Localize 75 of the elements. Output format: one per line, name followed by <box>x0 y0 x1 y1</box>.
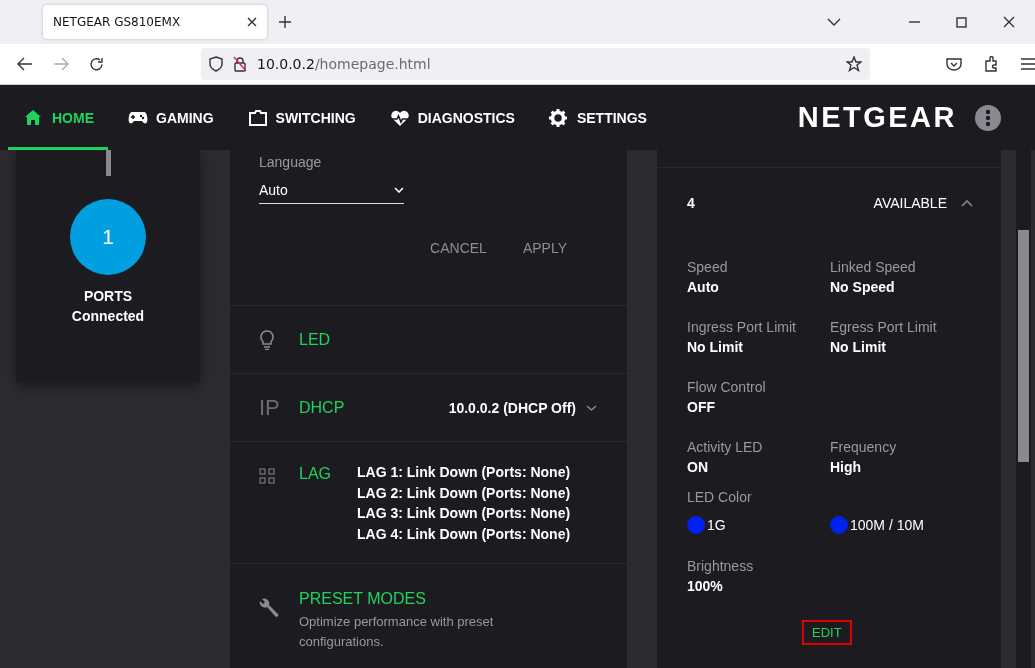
lock-strikethrough-icon <box>233 56 247 72</box>
dhcp-dropdown[interactable]: 10.0.0.2 (DHCP Off) <box>448 399 627 416</box>
nav-tab[interactable]: SWITCHING <box>231 85 370 150</box>
color-option-label: 1G <box>707 517 726 533</box>
field-value: No Limit <box>687 338 744 357</box>
field-label: Speed <box>687 258 729 277</box>
back-arrow-icon[interactable] <box>17 57 33 71</box>
heart-pulse-icon <box>389 108 410 127</box>
section-title[interactable]: DHCP <box>299 398 345 417</box>
extensions-icon[interactable] <box>983 56 999 72</box>
reload-icon[interactable] <box>89 56 104 72</box>
ip-label: IP <box>259 394 280 421</box>
field-value: No Limit <box>830 338 887 357</box>
field-label: Linked Speed <box>830 258 917 277</box>
field-value: OFF <box>687 398 716 417</box>
port-status: AVAILABLE <box>873 195 947 211</box>
field-label: Flow Control <box>687 378 767 397</box>
lag-status: LAG 2: Link Down (Ports: None) <box>357 483 571 503</box>
grid-icon <box>259 468 275 484</box>
field-label: Ingress Port Limit <box>687 318 797 337</box>
color-swatch[interactable] <box>830 516 848 534</box>
chevron-down-icon <box>586 404 597 411</box>
url-text: 10.0.0.2/homepage.html <box>257 56 431 72</box>
chevron-down-icon[interactable] <box>827 18 841 26</box>
nav-tab[interactable]: DIAGNOSTICS <box>373 85 529 150</box>
language-label: Language <box>259 153 323 172</box>
brand-logo: NETGEAR <box>797 101 957 134</box>
ports-label: PORTS <box>83 287 133 306</box>
field-label: Brightness <box>687 557 755 576</box>
tab-title: NETGEAR GS810EMX <box>53 15 181 29</box>
folder-tab-icon <box>247 108 268 127</box>
maximize-icon[interactable] <box>956 16 967 28</box>
ports-status: Connected <box>71 307 145 326</box>
lag-status: LAG 3: Link Down (Ports: None) <box>357 504 571 524</box>
color-option-label: 100M / 10M <box>850 517 924 533</box>
close-icon[interactable] <box>1003 16 1015 28</box>
more-options-icon[interactable] <box>975 104 1001 131</box>
field-label: LED Color <box>687 488 753 507</box>
text-button[interactable]: CANCEL <box>430 240 487 256</box>
field-label: Egress Port Limit <box>830 318 938 337</box>
port-number: 4 <box>687 195 695 211</box>
lag-status: LAG 1: Link Down (Ports: None) <box>357 463 571 482</box>
settings-icon <box>548 108 569 127</box>
wrench-icon <box>259 598 279 618</box>
language-dropdown[interactable]: Auto <box>259 176 404 204</box>
new-tab-icon[interactable] <box>279 16 291 28</box>
nav-tab[interactable]: GAMING <box>112 85 228 150</box>
section-title[interactable]: LED <box>299 330 331 349</box>
close-icon[interactable] <box>247 17 257 27</box>
field-value: ON <box>687 458 709 477</box>
section-description: Optimize performance with preset configurations. <box>299 613 495 651</box>
field-value: 100% <box>687 577 724 596</box>
light-bulb-icon <box>259 329 275 350</box>
scrollbar[interactable] <box>1016 150 1031 668</box>
field-value: No Speed <box>830 278 896 297</box>
address-bar[interactable]: 10.0.0.2/homepage.html <box>201 48 870 80</box>
field-value: High <box>830 458 863 477</box>
edit-button[interactable]: EDIT <box>804 622 850 643</box>
field-label: Activity LED <box>687 438 764 457</box>
section-title[interactable]: LAG <box>299 465 331 482</box>
field-label: Frequency <box>830 438 898 457</box>
chevron-down-icon <box>394 187 404 193</box>
text-button[interactable]: APPLY <box>522 240 567 256</box>
bookmark-star-icon[interactable] <box>846 56 862 72</box>
field-value: Auto <box>687 278 720 297</box>
browser-tab[interactable]: NETGEAR GS810EMX <box>43 5 267 39</box>
color-swatch[interactable] <box>687 516 705 534</box>
chevron-up-icon[interactable] <box>961 199 973 207</box>
shield-icon <box>209 56 223 72</box>
section-title[interactable]: PRESET MODES <box>299 590 426 607</box>
nav-tab[interactable]: SETTINGS <box>532 85 661 150</box>
lag-status: LAG 4: Link Down (Ports: None) <box>357 525 571 545</box>
port-count-circle: 1 <box>70 199 146 275</box>
menu-icon[interactable] <box>1021 58 1035 70</box>
pocket-icon[interactable] <box>946 57 962 71</box>
